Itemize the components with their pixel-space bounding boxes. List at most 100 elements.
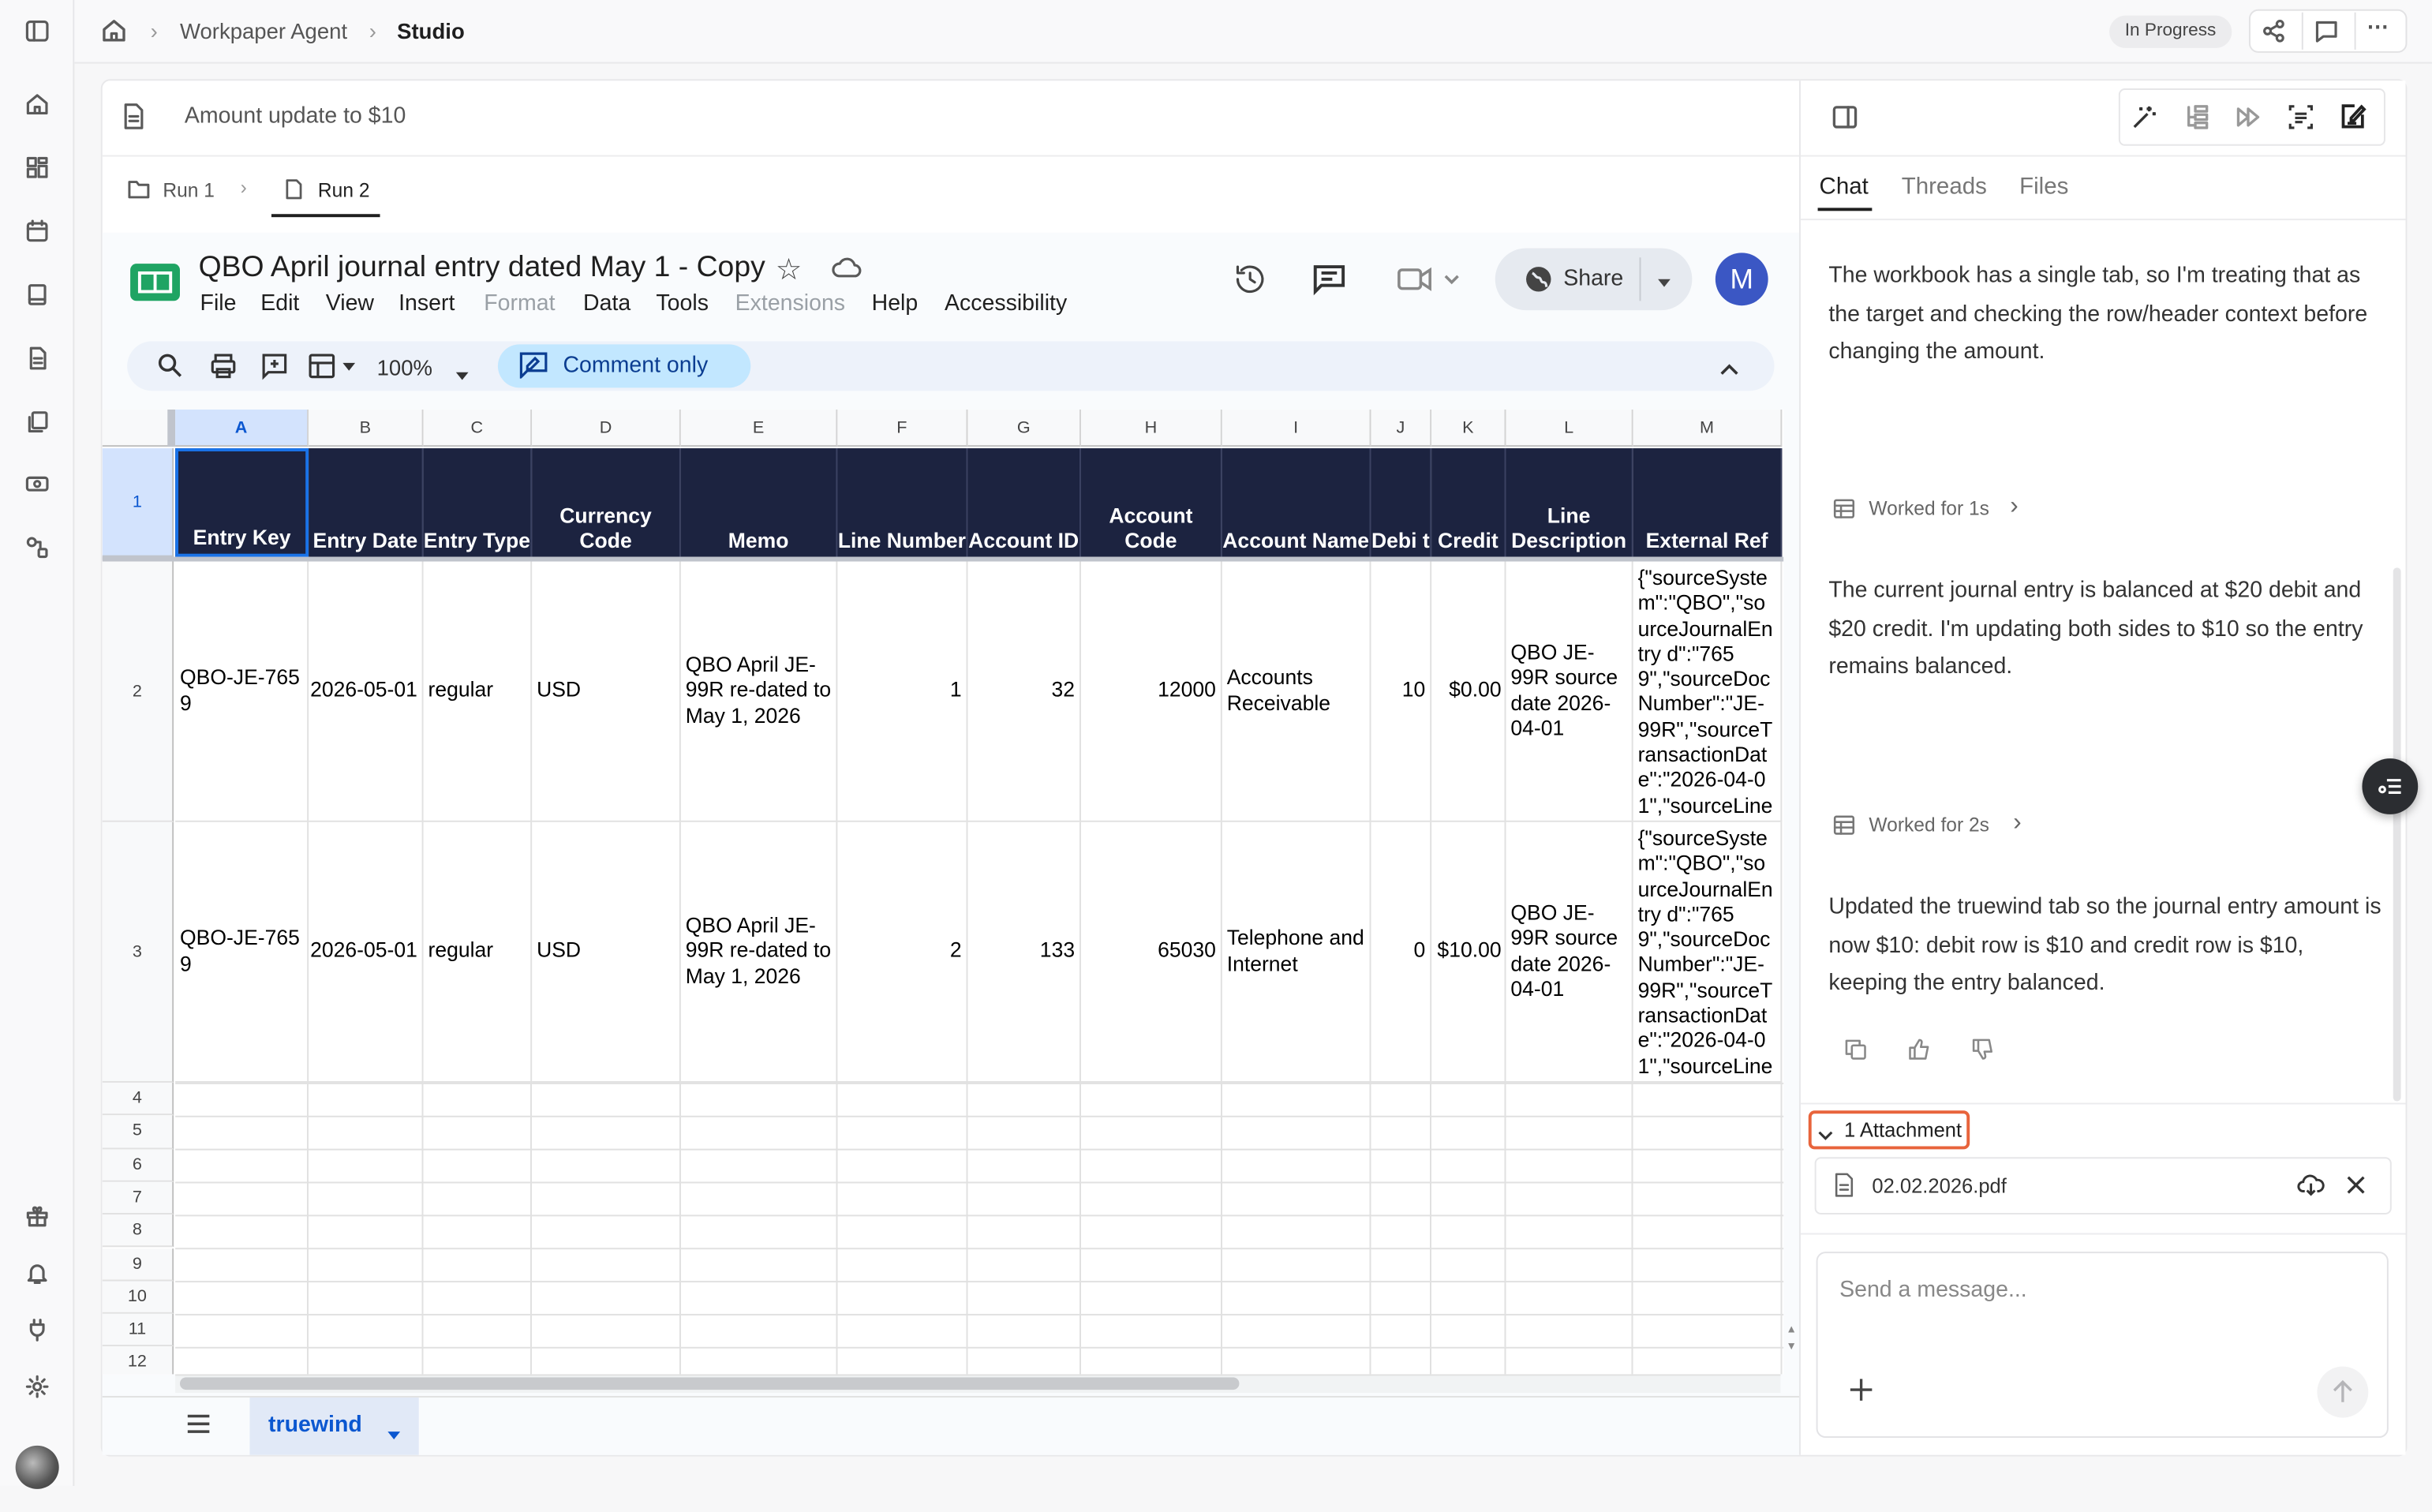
dashboard-icon[interactable]	[19, 149, 56, 186]
column-header-i[interactable]: I	[1222, 409, 1371, 447]
header-cell-account-code[interactable]: Account Code	[1080, 448, 1222, 557]
header-cell-entry-key[interactable]: Entry Key	[175, 448, 309, 557]
star-icon[interactable]: ☆	[776, 253, 803, 288]
panel-scrollbar[interactable]	[2393, 567, 2401, 1102]
all-sheets-icon[interactable]	[186, 1413, 211, 1443]
fast-forward-icon[interactable]	[2235, 104, 2261, 138]
share-icon[interactable]	[2262, 19, 2286, 51]
tab-threads[interactable]: Threads	[1902, 174, 1987, 200]
header-cell-debit[interactable]: Debi t	[1371, 448, 1432, 557]
gift-icon[interactable]	[19, 1197, 56, 1234]
select-all-corner[interactable]	[102, 409, 174, 447]
cell[interactable]: 1	[837, 561, 968, 822]
column-header-h[interactable]: H	[1080, 409, 1222, 447]
cloud-icon[interactable]	[832, 254, 862, 290]
header-cell-currency-code[interactable]: Currency Code	[532, 448, 681, 557]
cash-icon[interactable]	[19, 466, 56, 503]
meet-icon[interactable]	[1396, 264, 1464, 302]
column-header-g[interactable]: G	[967, 409, 1081, 447]
tab-files[interactable]: Files	[2019, 174, 2068, 200]
column-header-c[interactable]: C	[423, 409, 533, 447]
thumbs-up-icon[interactable]	[1908, 1038, 1931, 1069]
bell-icon[interactable]	[19, 1255, 56, 1292]
cell[interactable]: 65030	[1080, 821, 1222, 1083]
row-header-10[interactable]: 10	[102, 1281, 174, 1314]
cell[interactable]: 2	[837, 821, 968, 1083]
header-cell-line-number[interactable]: Line Number	[837, 448, 968, 557]
cell[interactable]: Telephone and Internet	[1222, 821, 1371, 1083]
menu-view[interactable]: View	[326, 292, 374, 316]
cell[interactable]: $0.00	[1431, 561, 1506, 822]
panel-toggle-icon[interactable]	[1831, 104, 1858, 138]
cell[interactable]: QBO-JE-765 9	[175, 821, 309, 1083]
column-header-f[interactable]: F	[837, 409, 968, 447]
row-header-2[interactable]: 2	[102, 561, 174, 822]
tab-chat[interactable]: Chat	[1820, 174, 1869, 200]
cell[interactable]: regular	[423, 561, 533, 822]
close-icon[interactable]	[2345, 1174, 2367, 1203]
copy-icon[interactable]	[1844, 1038, 1867, 1069]
column-header-a[interactable]: A	[175, 409, 309, 447]
cell[interactable]: 32	[967, 561, 1081, 822]
print-icon[interactable]	[209, 352, 237, 387]
history-icon[interactable]	[1232, 260, 1269, 305]
row-header-9[interactable]: 9	[102, 1248, 174, 1282]
row-header-6[interactable]: 6	[102, 1148, 174, 1182]
cell[interactable]: 12000	[1080, 561, 1222, 822]
menu-file[interactable]: File	[200, 292, 237, 316]
cell[interactable]: 133	[967, 821, 1081, 1083]
cell[interactable]: $10.00	[1431, 821, 1506, 1083]
add-comment-icon[interactable]	[260, 352, 288, 387]
cell[interactable]: Accounts Receivable	[1222, 561, 1371, 822]
header-cell-memo[interactable]: Memo	[680, 448, 838, 557]
comments-icon[interactable]	[1311, 260, 1348, 305]
share-label[interactable]: Share	[1563, 267, 1623, 291]
message-input[interactable]: Send a message...	[1839, 1278, 2027, 1303]
row-header-8[interactable]: 8	[102, 1214, 174, 1248]
home-icon[interactable]	[101, 17, 127, 51]
column-header-d[interactable]: D	[532, 409, 681, 447]
cell[interactable]: 2026-05-01	[309, 821, 424, 1083]
freeze-handle[interactable]	[167, 409, 176, 447]
cell[interactable]: regular	[423, 821, 533, 1083]
row-header-11[interactable]: 11	[102, 1313, 174, 1347]
column-header-e[interactable]: E	[680, 409, 838, 447]
chevron-right-icon[interactable]: ›	[2010, 493, 2018, 521]
menu-insert[interactable]: Insert	[398, 292, 455, 316]
more-icon[interactable]: ⋯	[2367, 14, 2389, 40]
worked-duration-1[interactable]: Worked for 1s	[1869, 498, 1989, 520]
column-header-l[interactable]: L	[1506, 409, 1633, 447]
worked-duration-2[interactable]: Worked for 2s	[1869, 814, 1989, 836]
row-header-12[interactable]: 12	[102, 1346, 174, 1375]
comment-icon[interactable]	[2314, 19, 2339, 51]
header-cell-external-ref[interactable]: External Ref	[1633, 448, 1783, 557]
zoom-level[interactable]: 100%	[377, 355, 432, 380]
chevron-right-icon[interactable]: ›	[2013, 810, 2021, 837]
cell[interactable]: 0	[1371, 821, 1432, 1083]
menu-help[interactable]: Help	[872, 292, 919, 316]
caret-down-icon[interactable]	[1656, 270, 1672, 298]
attachment-filename[interactable]: 02.02.2026.pdf	[1872, 1174, 2007, 1197]
row-header-5[interactable]: 5	[102, 1115, 174, 1149]
menu-format[interactable]: Format	[484, 292, 555, 316]
cell[interactable]: QBO JE-99R source date 2026-04-01	[1506, 561, 1633, 822]
row-header-7[interactable]: 7	[102, 1181, 174, 1215]
cell[interactable]: QBO April JE-99R re-dated to May 1, 2026	[680, 821, 838, 1083]
calendar-icon[interactable]	[19, 212, 56, 249]
column-header-k[interactable]: K	[1431, 409, 1506, 447]
horizontal-scrollbar[interactable]	[179, 1377, 1240, 1390]
list-tree-icon[interactable]	[2183, 104, 2209, 138]
integrations-icon[interactable]	[19, 529, 56, 566]
caret-down-icon[interactable]	[455, 361, 470, 389]
plug-icon[interactable]	[19, 1311, 56, 1348]
book-icon[interactable]	[19, 276, 56, 313]
thumbs-down-icon[interactable]	[1971, 1038, 1994, 1069]
cell[interactable]: QBO-JE-765 9	[175, 561, 309, 822]
plus-icon[interactable]	[1847, 1375, 1875, 1411]
cell[interactable]: {"sourceSyste m":"QBO","sourceJournalEnt…	[1633, 561, 1783, 822]
header-cell-line-description[interactable]: Line Description	[1506, 448, 1633, 557]
caret-down-icon[interactable]	[386, 1420, 402, 1448]
sheet-tab-label[interactable]: truewind	[268, 1413, 362, 1438]
scan-text-icon[interactable]	[2288, 104, 2314, 138]
menu-data[interactable]: Data	[583, 292, 630, 316]
